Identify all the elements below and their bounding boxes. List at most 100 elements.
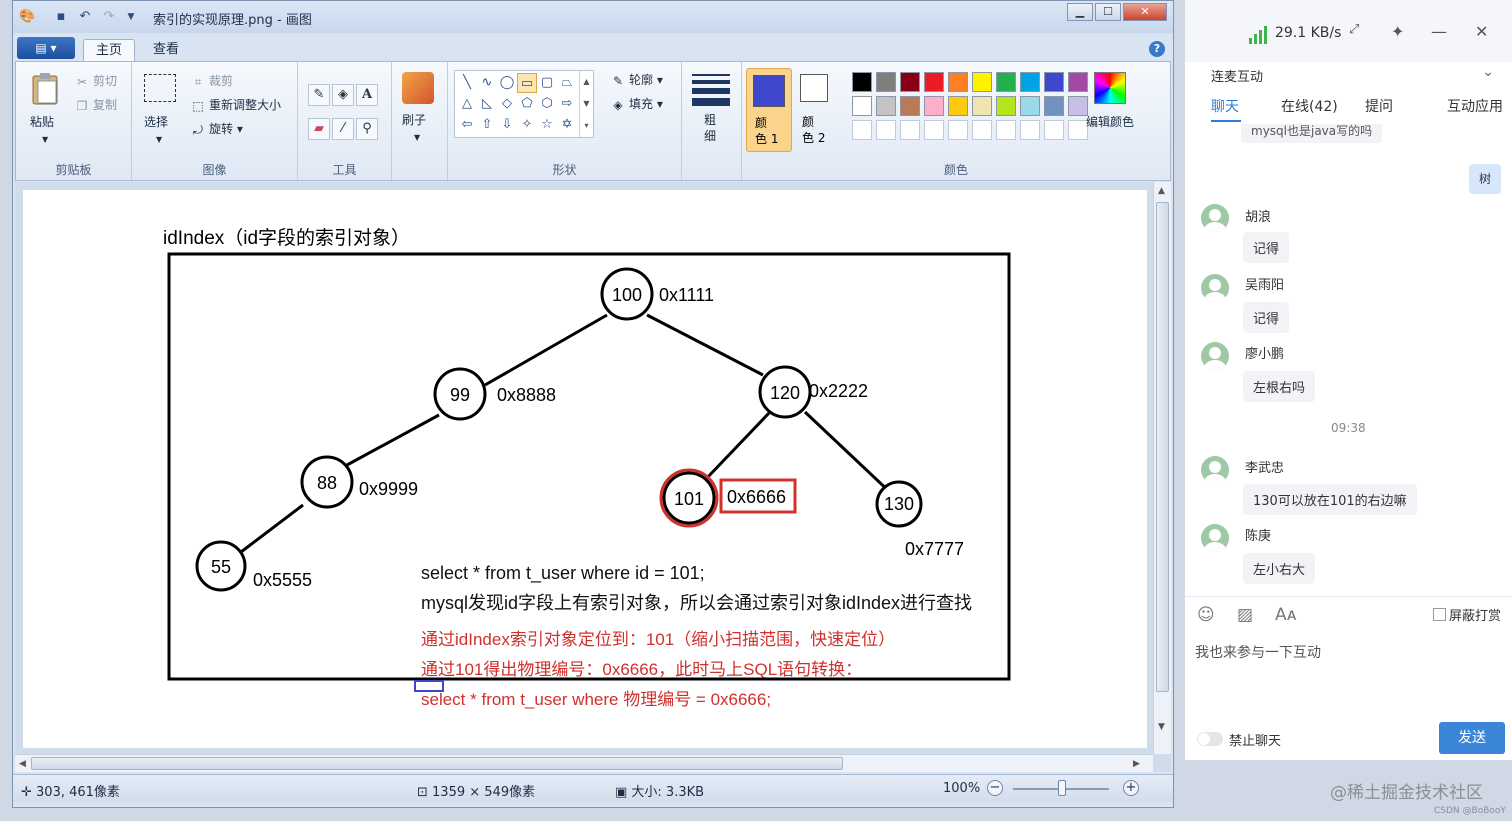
scroll-left-icon[interactable]: ◀ <box>19 759 26 769</box>
horizontal-scrollbar[interactable]: ◀ ▶ <box>15 754 1153 772</box>
image-icon[interactable]: ▨ <box>1237 605 1253 625</box>
node-address: 0x8888 <box>497 385 556 405</box>
palette-swatch[interactable] <box>1020 120 1040 140</box>
quick-access-dropdown-icon[interactable]: ▼ <box>123 9 139 25</box>
palette-swatch[interactable] <box>1020 96 1040 116</box>
paste-dropdown-icon[interactable]: ▼ <box>42 132 48 148</box>
palette-swatch[interactable] <box>948 96 968 116</box>
maximize-button[interactable]: ☐ <box>1095 3 1121 21</box>
palette-swatch[interactable] <box>876 120 896 140</box>
text-tool-icon[interactable]: A <box>356 84 378 106</box>
palette-swatch[interactable] <box>996 120 1016 140</box>
tab-online[interactable]: 在线(42) <box>1281 96 1338 116</box>
rotate-button[interactable]: ⤾ 旋转 ▾ <box>190 121 243 138</box>
palette-swatch[interactable] <box>924 120 944 140</box>
color1-button[interactable]: 颜 色 1 <box>746 68 792 152</box>
brushes-dropdown-icon[interactable]: ▼ <box>414 130 420 146</box>
save-icon[interactable]: ▪ <box>53 9 69 25</box>
scroll-up-icon[interactable]: ▲ <box>1158 186 1165 196</box>
palette-swatch[interactable] <box>924 96 944 116</box>
expand-icon[interactable]: ⤢ <box>1349 22 1359 37</box>
palette-swatch[interactable] <box>900 96 920 116</box>
pin-icon[interactable]: ✦ <box>1391 22 1404 41</box>
zoom-slider-thumb[interactable] <box>1058 780 1066 796</box>
paint-menu-button[interactable]: ▤ ▾ <box>17 37 75 59</box>
chat-input[interactable]: 我也来参与一下互动 <box>1195 642 1321 662</box>
palette-swatch[interactable] <box>972 96 992 116</box>
emoji-icon[interactable]: ☺ <box>1197 605 1215 625</box>
palette-swatch[interactable] <box>1068 120 1088 140</box>
drawing-canvas[interactable]: idIndex（id字段的索引对象） 100 0x1111 99 0x8888 … <box>23 190 1147 748</box>
sender-name: 陈庚 <box>1245 529 1272 544</box>
tab-questions[interactable]: 提问 <box>1365 96 1393 116</box>
close-chat-icon[interactable]: ✕ <box>1475 22 1488 41</box>
palette-swatch[interactable] <box>972 72 992 92</box>
magnifier-icon[interactable]: ⚲ <box>356 118 378 140</box>
font-size-icon[interactable]: Aᴀ <box>1275 605 1297 625</box>
clipboard-icon[interactable] <box>30 72 62 105</box>
pencil-icon[interactable]: ✎ <box>308 84 330 106</box>
rainbow-icon[interactable] <box>1094 72 1126 104</box>
eraser-icon[interactable]: ▰ <box>308 118 330 140</box>
resize-button[interactable]: ⬚ 重新调整大小 <box>190 97 281 114</box>
palette-swatch[interactable] <box>876 96 896 116</box>
tab-chat[interactable]: 聊天 <box>1211 96 1239 116</box>
cut-button[interactable]: ✂ 剪切 <box>74 73 117 90</box>
brushes-button[interactable]: 刷子 <box>402 112 426 128</box>
select-icon[interactable] <box>144 74 176 102</box>
edit-colors-button[interactable]: 编辑颜色 <box>1086 114 1134 130</box>
tab-view[interactable]: 查看 <box>141 39 191 61</box>
scroll-right-icon[interactable]: ▶ <box>1133 759 1140 769</box>
minimize-button[interactable]: ▁ <box>1067 3 1093 21</box>
palette-swatch[interactable] <box>948 120 968 140</box>
palette-swatch[interactable] <box>1068 96 1088 116</box>
palette-swatch[interactable] <box>900 120 920 140</box>
send-button[interactable]: 发送 <box>1439 722 1505 754</box>
horizontal-scroll-thumb[interactable] <box>31 757 843 770</box>
help-icon[interactable]: ? <box>1149 41 1165 57</box>
crop-button[interactable]: ⌗ 裁剪 <box>190 73 233 90</box>
select-button[interactable]: 选择 <box>144 114 168 130</box>
palette-swatch[interactable] <box>876 72 896 92</box>
size-group[interactable]: 粗 细 <box>682 62 742 180</box>
select-dropdown-icon[interactable]: ▼ <box>156 132 162 148</box>
title-bar: 🎨 ▪ ↶ ↷ ▼ 索引的实现原理.png - 画图 ▁ ☐ ✕ <box>13 1 1173 33</box>
palette-swatch[interactable] <box>1020 72 1040 92</box>
palette-swatch[interactable] <box>1044 96 1064 116</box>
palette-swatch[interactable] <box>1068 72 1088 92</box>
palette-swatch[interactable] <box>948 72 968 92</box>
fill-bucket-icon[interactable]: ◈ <box>332 84 354 106</box>
palette-swatch[interactable] <box>996 72 1016 92</box>
tab-interactive-apps[interactable]: 互动应用 <box>1447 96 1503 116</box>
vertical-scroll-thumb[interactable] <box>1156 202 1169 692</box>
ban-chat-toggle[interactable] <box>1197 732 1223 746</box>
chevron-down-icon[interactable]: ⌄ <box>1482 64 1494 80</box>
copy-button[interactable]: ❐ 复制 <box>74 97 117 114</box>
palette-swatch[interactable] <box>972 120 992 140</box>
palette-swatch[interactable] <box>852 72 872 92</box>
palette-swatch[interactable] <box>900 72 920 92</box>
paste-button[interactable]: 粘贴 <box>30 114 54 130</box>
palette-swatch[interactable] <box>1044 72 1064 92</box>
minimize-chat-icon[interactable]: — <box>1431 22 1447 41</box>
brush-icon[interactable] <box>402 72 434 104</box>
zoom-out-button[interactable]: − <box>987 780 1003 796</box>
edge-100-99 <box>484 313 608 387</box>
undo-icon[interactable]: ↶ <box>77 9 93 25</box>
color-picker-icon[interactable]: ⁄ <box>332 118 354 140</box>
palette-swatch[interactable] <box>1044 120 1064 140</box>
palette-swatch[interactable] <box>852 96 872 116</box>
message-list[interactable]: mysql也是java写的吗 树 胡浪 记得 吴雨阳 记得 廖小鹏 左根右吗 0… <box>1185 124 1512 594</box>
palette-swatch[interactable] <box>924 72 944 92</box>
block-tips-checkbox[interactable] <box>1433 608 1446 621</box>
scroll-down-icon[interactable]: ▼ <box>1158 722 1165 732</box>
palette-swatch[interactable] <box>852 120 872 140</box>
close-button[interactable]: ✕ <box>1123 3 1167 21</box>
palette-swatch[interactable] <box>996 96 1016 116</box>
color2-button[interactable]: 颜 色 2 <box>796 68 838 152</box>
tab-home[interactable]: 主页 <box>83 39 136 61</box>
redo-icon[interactable]: ↷ <box>101 9 117 25</box>
vertical-scrollbar[interactable]: ▲ ▼ <box>1153 182 1171 754</box>
zoom-in-button[interactable]: + <box>1123 780 1139 796</box>
paint-app-icon[interactable]: 🎨 <box>19 9 35 25</box>
